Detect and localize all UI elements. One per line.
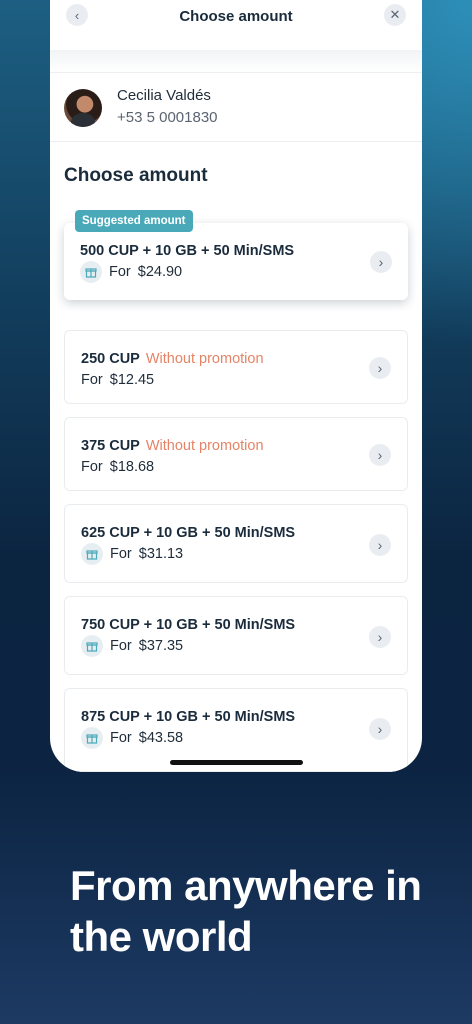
- divider: [50, 141, 422, 142]
- offer-title: 375 CUP: [81, 438, 140, 454]
- for-label: For: [110, 546, 132, 562]
- gift-icon: [81, 727, 103, 749]
- offer-price-line: For $18.68: [81, 459, 154, 475]
- offer-price-line: For $12.45: [81, 372, 154, 388]
- offer-price: $31.13: [138, 546, 184, 562]
- offer-title-line: 250 CUP Without promotion: [81, 351, 264, 367]
- offer-card[interactable]: 750 CUP + 10 GB + 50 Min/SMS For $37.35 …: [64, 596, 408, 675]
- chevron-right-icon: ›: [369, 444, 391, 466]
- offer-title: 875 CUP + 10 GB + 50 Min/SMS: [81, 709, 296, 725]
- offer-price: $12.45: [109, 372, 155, 388]
- promotion-note: Without promotion: [145, 351, 264, 367]
- offer-title: 625 CUP + 10 GB + 50 Min/SMS: [81, 525, 296, 541]
- back-button[interactable]: ‹: [66, 4, 88, 26]
- recipient-card: Cecilia Valdés +53 5 0001830: [64, 87, 408, 131]
- suggested-offer-card[interactable]: Suggested amount 500 CUP + 10 GB + 50 Mi…: [64, 210, 408, 300]
- promo-tagline: From anywhere in the world: [70, 862, 422, 960]
- offer-title: 750 CUP + 10 GB + 50 Min/SMS: [81, 617, 296, 633]
- promotion-note: Without promotion: [145, 438, 264, 454]
- offer-price: $43.58: [138, 730, 184, 746]
- home-indicator: [170, 760, 303, 765]
- offer-title: 500 CUP + 10 GB + 50 Min/SMS: [80, 243, 295, 259]
- header-divider: [50, 50, 422, 73]
- top-bar: ‹ Choose amount ✕: [50, 0, 422, 32]
- gift-icon: [81, 635, 103, 657]
- offer-price-line: For $24.90: [80, 261, 182, 283]
- offer-price-line: For $43.58: [81, 727, 183, 749]
- offer-price: $18.68: [109, 459, 155, 475]
- offer-title: 250 CUP: [81, 351, 140, 367]
- chevron-right-icon: ›: [369, 718, 391, 740]
- avatar-body: [71, 113, 95, 127]
- chevron-right-icon: ›: [369, 534, 391, 556]
- for-label: For: [110, 638, 132, 654]
- offer-card[interactable]: 250 CUP Without promotion For $12.45 ›: [64, 330, 408, 404]
- suggested-badge: Suggested amount: [75, 210, 193, 232]
- phone-screen: ‹ Choose amount ✕ Cecilia Valdés +53 5 0…: [50, 0, 422, 772]
- close-icon: ✕: [389, 7, 401, 22]
- gift-icon: [80, 261, 102, 283]
- for-label: For: [110, 730, 132, 746]
- section-title: Choose amount: [64, 165, 208, 186]
- chevron-right-icon: ›: [370, 251, 392, 273]
- offer-price-line: For $31.13: [81, 543, 183, 565]
- offer-price-line: For $37.35: [81, 635, 183, 657]
- chevron-right-icon: ›: [369, 626, 391, 648]
- for-label: For: [109, 264, 131, 280]
- gift-icon: [81, 543, 103, 565]
- recipient-phone: +53 5 0001830: [117, 109, 218, 126]
- offer-card[interactable]: 375 CUP Without promotion For $18.68 ›: [64, 417, 408, 491]
- for-label: For: [81, 372, 103, 388]
- chevron-right-icon: ›: [369, 357, 391, 379]
- offer-card[interactable]: 625 CUP + 10 GB + 50 Min/SMS For $31.13 …: [64, 504, 408, 583]
- offer-title-line: 375 CUP Without promotion: [81, 438, 264, 454]
- offer-price: $37.35: [138, 638, 184, 654]
- avatar: [64, 89, 102, 127]
- chevron-left-icon: ‹: [74, 7, 80, 23]
- page-title: Choose amount: [179, 7, 293, 25]
- for-label: For: [81, 459, 103, 475]
- offer-price: $24.90: [137, 264, 183, 280]
- close-button[interactable]: ✕: [384, 4, 406, 26]
- recipient-name: Cecilia Valdés: [117, 87, 211, 104]
